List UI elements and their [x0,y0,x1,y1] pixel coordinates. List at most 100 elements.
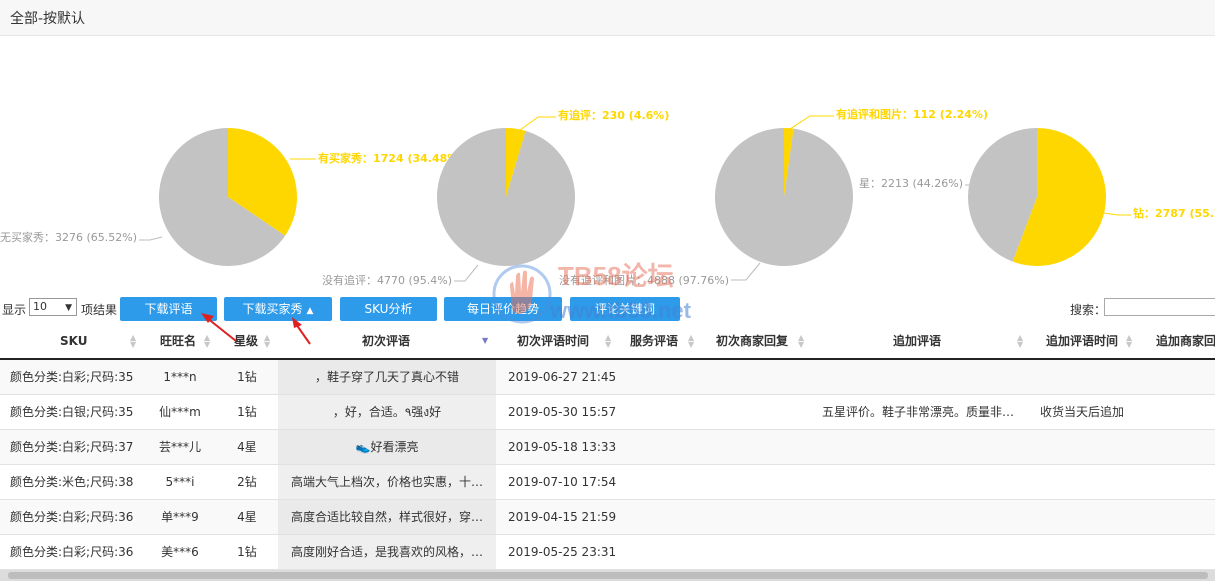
download-buyer-show-button[interactable]: 下载买家秀 ▲ [224,297,332,321]
table-cell [822,360,1022,394]
pie-label-line [139,236,163,241]
toolbar: 显示 10 ▼ 项结果 下载评语 下载买家秀 ▲ SKU分析 每日评价趋势 评论关… [0,296,1215,322]
download-reviews-label: 下载评语 [144,302,193,316]
table-cell: ，鞋子穿了几天了真心不错 [278,360,496,394]
table-row[interactable]: 颜色分类:米色;尺码:38 5***i 2钻 高端大气上档次，价格也实惠，十… 2019… [0,465,1215,500]
pie-slice[interactable] [436,128,575,266]
col-append-review-time[interactable]: 追加评语时间 ▲ ▼ [1046,324,1132,358]
table-cell [1156,430,1215,464]
download-buyer-show-label: 下载买家秀 [242,302,303,316]
col-first-review[interactable]: 初次评语 ▼ [362,324,488,358]
pie-label-line [519,116,556,131]
results-label: 项结果 [81,303,118,317]
table-cell [630,465,710,499]
col-first-review-time-label: 初次评语时间 [517,334,590,348]
table-cell [1156,465,1215,499]
table-cell: 颜色分类:白彩;尺码:36 [10,510,134,524]
table-cell [822,465,1022,499]
table-cell: 1钻 [237,545,257,559]
pie-label: 有追评：230 (4.6%) [558,108,669,122]
table-row[interactable]: 颜色分类:白彩;尺码:35 1***n 1钻 ，鞋子穿了几天了真心不错 2019-06-… [0,360,1215,395]
pie-label: 星：2213 (44.26%) [859,177,963,190]
page-size-select[interactable]: 10 ▼ [29,298,77,316]
table-cell: 4星 [237,440,257,454]
table-cell: 2钻 [237,475,257,489]
table-cell [1040,500,1150,534]
table-cell: 2019-05-25 23:31 [508,545,617,559]
pie-label-line [1103,212,1131,216]
col-rating-label: 星级 [234,334,259,348]
pie-label: 有追评和图片：112 (2.24%) [836,107,988,121]
scrollbar-thumb[interactable] [8,572,1208,579]
download-reviews-button[interactable]: 下载评语 [120,297,217,321]
table-cell: 2019-05-30 15:57 [508,405,617,419]
table-cell: 👟好看漂亮 [278,430,496,464]
page-size-value: 10 [33,300,47,313]
table-cell [1040,465,1150,499]
col-service-review[interactable]: 服务评语 ▲ ▼ [630,324,694,358]
table-cell [716,535,816,569]
pie-slice[interactable] [715,127,853,266]
pie-label: 没有追评：4770 (95.4%) [322,273,452,287]
table-cell: 收货当天后追加 [1040,405,1125,419]
table-cell [1040,360,1150,394]
daily-trend-button[interactable]: 每日评价趋势 [444,297,562,321]
table-cell: 单***9 [161,510,199,524]
col-append-reply[interactable]: 追加商家回复 [1156,324,1215,358]
sku-analysis-button[interactable]: SKU分析 [340,297,437,321]
sort-icon: ▲ ▼ [130,333,137,349]
table-cell [822,500,1022,534]
sort-desc-icon: ▼ [482,336,489,345]
col-sku-label: SKU [60,334,88,348]
col-first-reply[interactable]: 初次商家回复 ▲ ▼ [716,324,804,358]
sort-icon: ▲ ▼ [605,333,612,349]
horizontal-scrollbar[interactable] [0,570,1215,581]
pie-charts-svg: 有买家秀：1724 (34.48%) 无买家秀：3276 (65.52%) 有追评：… [0,107,1215,287]
table-cell [630,500,710,534]
table-cell: 高度合适比较自然，样式很好，穿… [278,500,496,534]
col-rating[interactable]: 星级 ▲ ▼ [234,324,270,358]
table-cell [1156,395,1215,429]
pie-label: 无买家秀：3276 (65.52%) [0,230,137,244]
table-cell [1040,535,1150,569]
review-keywords-button[interactable]: 评论关键词 [570,297,680,321]
table-cell: 芸***儿 [158,440,201,454]
pie-chart-area: 有买家秀：1724 (34.48%) 无买家秀：3276 (65.52%) 有追评：… [0,37,1215,292]
table-cell [630,430,710,464]
table-cell [716,500,816,534]
col-append-review-time-label: 追加评语时间 [1046,334,1119,348]
table-cell [1156,500,1215,534]
table-cell: 2019-05-18 13:33 [508,440,617,454]
col-first-review-time[interactable]: 初次评语时间 ▲ ▼ [517,324,611,358]
pie-label-line [731,262,761,281]
table-row[interactable]: 颜色分类:白彩;尺码:37 芸***儿 4星 👟好看漂亮 2019-05-18 13:3… [0,430,1215,465]
pie-label: 没有追评和图片：4888 (97.76%) [559,273,729,287]
col-first-reply-label: 初次商家回复 [716,334,789,348]
col-nickname-label: 旺旺名 [160,334,197,348]
col-sku[interactable]: SKU ▲ ▼ [60,324,136,358]
table-cell [630,535,710,569]
col-nickname[interactable]: 旺旺名 ▲ ▼ [160,324,210,358]
review-keywords-label: 评论关键词 [594,302,655,316]
table-cell: 五星评价。鞋子非常漂亮。质量非… [822,405,1015,419]
col-append-review[interactable]: 追加评语 ▲ ▼ [893,324,1023,358]
table-cell: 仙***m [159,405,201,419]
table-cell [822,430,1022,464]
table-cell: 5***i [165,475,195,489]
sort-icon: ▲ ▼ [798,333,805,349]
table-cell [630,360,710,394]
search-input[interactable] [1104,298,1215,316]
table-row[interactable]: 颜色分类:白银;尺码:35 仙***m 1钻 ，好，合适。٩强ง好 2019-05-30… [0,395,1215,430]
table-row[interactable]: 颜色分类:白彩;尺码:36 美***6 1钻 高度刚好合适，是我喜欢的风格，… 2019… [0,535,1215,570]
table-cell: 2019-04-15 21:59 [508,510,617,524]
pie-label: 有买家秀：1724 (34.48%) [318,151,463,165]
caret-up-icon: ▲ [306,306,314,316]
caret-down-icon: ▼ [65,303,72,313]
page-title: 全部-按默认 [10,11,86,27]
table-cell: 颜色分类:白银;尺码:35 [10,405,134,419]
table-row[interactable]: 颜色分类:白彩;尺码:36 单***9 4星 高度合适比较自然，样式很好，穿… 2019… [0,500,1215,535]
table-cell [1156,360,1215,394]
col-append-review-label: 追加评语 [893,334,942,348]
show-label: 显示 [2,303,27,317]
table-cell [716,430,816,464]
